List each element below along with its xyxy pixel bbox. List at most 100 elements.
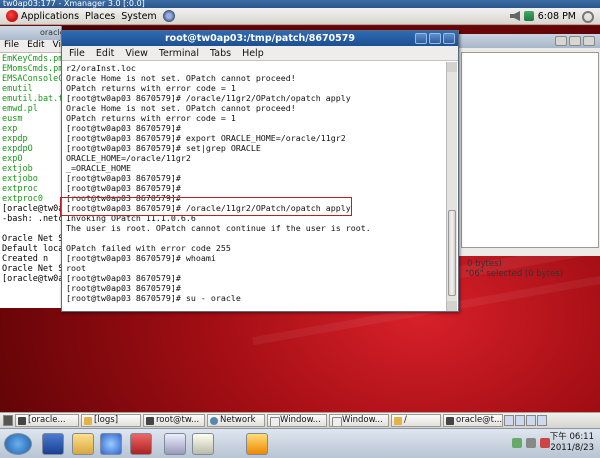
- xmanager-icon[interactable]: [246, 433, 268, 455]
- bg-terminal-line: extproc: [2, 184, 38, 194]
- system-label: System: [121, 10, 157, 22]
- folder-icon[interactable]: [72, 433, 94, 455]
- workspace-3[interactable]: [526, 415, 536, 426]
- task-root-terminal[interactable]: root@tw...: [143, 414, 205, 427]
- task-logs-folder[interactable]: [logs]: [81, 414, 141, 427]
- terminal-line: r2/oraInst.loc: [66, 63, 136, 73]
- scrollbar-thumb[interactable]: [448, 210, 456, 296]
- menu-file[interactable]: File: [69, 48, 85, 59]
- maximize-icon[interactable]: [429, 33, 441, 44]
- maximize-icon[interactable]: [569, 36, 581, 46]
- bg-terminal-line: EMSAConsoleCo: [2, 74, 62, 84]
- menu-help[interactable]: Help: [242, 48, 264, 59]
- terminal-line: [root@tw0ap03 8670579]# set|grep ORACLE: [66, 143, 261, 153]
- menu-terminal[interactable]: Terminal: [159, 48, 199, 59]
- terminal-line: Oracle Home is not set. OPatch cannot pr…: [66, 103, 296, 113]
- terminal-line: [root@tw0ap03 8670579]#: [66, 273, 181, 283]
- bg-terminal-line: expO: [2, 154, 23, 164]
- ie-browser-icon[interactable]: [100, 433, 122, 455]
- bg-terminal-line: expdp: [2, 134, 28, 144]
- places-label: Places: [85, 10, 116, 22]
- network-status-icon[interactable]: [524, 11, 534, 21]
- xmanager-title-bar: tw0ap03:177 - Xmanager 3.0 [:0.0]: [0, 0, 600, 8]
- tray-network-icon[interactable]: [512, 438, 522, 448]
- paint-icon[interactable]: [164, 433, 186, 455]
- bg-terminal-line: emwd.pl: [2, 104, 38, 114]
- workspace-1[interactable]: [504, 415, 514, 426]
- system-menu[interactable]: System: [121, 11, 156, 22]
- windows-start-icon[interactable]: [4, 433, 32, 455]
- close-icon[interactable]: [583, 36, 595, 46]
- terminal-line: [root@tw0ap03 8670579]#: [66, 183, 181, 193]
- terminal-line: Oracle Home is not set. OPatch cannot pr…: [66, 73, 296, 83]
- bg-terminal-line: -bash: .netca: [2, 214, 62, 224]
- bg-terminal-line: EMomsCmds.pm: [2, 64, 62, 74]
- snipping-tool-icon[interactable]: [130, 433, 152, 455]
- bg-terminal-line: Oracle Net Se: [2, 264, 62, 274]
- menu-tabs[interactable]: Tabs: [210, 48, 231, 59]
- background-terminal-window[interactable]: oracle@tw0ap03:/oracle/11gr2/bin File Ed…: [0, 26, 62, 308]
- terminal-line: OPatch returns with error code = 1: [66, 83, 236, 93]
- root-terminal-window[interactable]: root@tw0ap03:/tmp/patch/8670579 File Edi…: [61, 30, 459, 312]
- workspace-4[interactable]: [537, 415, 547, 426]
- clock-time: 下午 06:11: [549, 432, 594, 442]
- tray-volume-icon[interactable]: [526, 438, 536, 448]
- terminal-output[interactable]: r2/oraInst.loc Oracle Home is not set. OP…: [63, 62, 446, 311]
- background-dialog-window[interactable]: 0 bytes) "06" selected (0 bytes): [458, 34, 600, 279]
- scroll-up-arrow-icon[interactable]: [447, 62, 457, 72]
- workspace-2[interactable]: [515, 415, 525, 426]
- gnome-top-panel: Applications Places System 6:08 PM: [0, 8, 600, 25]
- app-icon[interactable]: [192, 433, 214, 455]
- background-terminal-menubar: File Edit View: [0, 40, 61, 53]
- task-window-2[interactable]: Window...: [329, 414, 389, 427]
- menu-edit[interactable]: Edit: [96, 48, 114, 59]
- background-terminal-output: EmKeyCmds.pm EMomsCmds.pm EMSAConsoleCo emu…: [0, 53, 61, 285]
- background-terminal-title: oracle@tw0ap03:/oracle/11gr2/bin: [0, 26, 61, 40]
- windows-clock[interactable]: 下午 06:11 2011/8/23: [550, 432, 594, 454]
- terminal-line: OPatch failed with error code 255: [66, 243, 231, 253]
- terminal-title-bar: root@tw0ap03:/tmp/patch/8670579: [62, 31, 458, 46]
- terminal-line: root: [66, 263, 86, 273]
- bg-terminal-line: emutil: [2, 84, 33, 94]
- terminal-line: [root@tw0ap03 8670579]# su - oracle: [66, 293, 241, 303]
- powershell-icon[interactable]: [42, 433, 64, 455]
- minimize-icon[interactable]: [415, 33, 427, 44]
- scroll-down-arrow-icon[interactable]: [447, 301, 457, 311]
- tray-flag-icon[interactable]: [540, 438, 550, 448]
- places-menu[interactable]: Places: [85, 11, 115, 22]
- windows-taskbar: 下午 06:11 2011/8/23: [0, 428, 600, 458]
- applications-menu[interactable]: Applications: [6, 10, 79, 22]
- terminal-line: [root@tw0ap03 8670579]# export ORACLE_HO…: [66, 133, 346, 143]
- bg-terminal-line: Created n: [2, 254, 49, 264]
- panel-clock[interactable]: 6:08 PM: [538, 8, 576, 25]
- terminal-title: root@tw0ap03:/tmp/patch/8670579: [164, 33, 355, 44]
- power-icon[interactable]: [582, 11, 594, 23]
- terminal-line: [root@tw0ap03 8670579]#: [66, 283, 181, 293]
- bg-terminal-line: [oracle@tw0a: [2, 204, 62, 214]
- task-oracle-terminal[interactable]: [oracle...: [15, 414, 79, 427]
- bg-terminal-line: extproc0: [2, 194, 43, 204]
- terminal-line: OPatch returns with error code = 1: [66, 113, 236, 123]
- redhat-logo-icon: [6, 10, 18, 22]
- bg-menu-file[interactable]: File: [4, 40, 19, 52]
- volume-icon[interactable]: [510, 11, 520, 21]
- task-root-folder[interactable]: /: [391, 414, 441, 427]
- browser-launcher-icon[interactable]: [162, 10, 175, 22]
- task-oracle-terminal-2[interactable]: oracle@t...: [443, 414, 503, 427]
- task-window-1[interactable]: Window...: [267, 414, 327, 427]
- xmanager-title: tw0ap03:177 - Xmanager 3.0 [:0.0]: [3, 0, 145, 8]
- bg-terminal-line: exp: [2, 124, 18, 134]
- show-desktop-icon[interactable]: [3, 415, 13, 426]
- terminal-scrollbar[interactable]: [446, 62, 457, 311]
- bg-terminal-line: expdpO: [2, 144, 33, 154]
- bg-terminal-line: eusm: [2, 114, 23, 124]
- clock-date: 2011/8/23: [550, 443, 594, 453]
- close-icon[interactable]: [443, 33, 455, 44]
- terminal-line: [root@tw0ap03 8670579]# whoami: [66, 253, 216, 263]
- applications-label: Applications: [21, 10, 80, 22]
- menu-view[interactable]: View: [125, 48, 148, 59]
- minimize-icon[interactable]: [555, 36, 567, 46]
- bg-menu-edit[interactable]: Edit: [27, 40, 44, 52]
- task-network[interactable]: Network: [207, 414, 265, 427]
